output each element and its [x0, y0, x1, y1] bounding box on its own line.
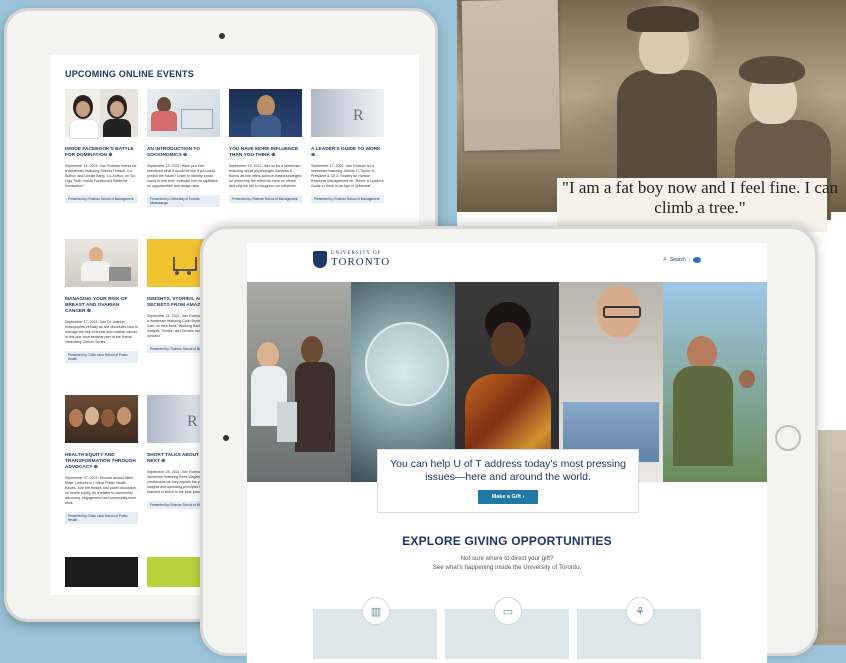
event-description: September 14, 2021: Join Rotman events f…: [65, 164, 137, 188]
event-presenter: Presented by: Dalla Lana School of Publi…: [65, 351, 138, 363]
front-tablet: UNIVERSITY OF TORONTO ⌕ Search | You can…: [200, 226, 818, 663]
book-icon[interactable]: ▭: [494, 597, 522, 625]
home-button[interactable]: [775, 425, 801, 451]
event-thumbnail: [65, 395, 138, 443]
search-icon: ⌕: [663, 256, 667, 263]
event-thumbnail: [65, 239, 138, 287]
explore-subtitle: Not sure where to direct your gift? See …: [247, 554, 767, 572]
explore-subtitle-line-2: See what's happening inside the Universi…: [432, 564, 582, 571]
boy-left-hat: [627, 6, 699, 32]
event-description: September 17, 2021: Join Dr. Joanne Kots…: [65, 320, 138, 344]
event-presenter: Presented by: Rotman School of Managemen…: [311, 195, 384, 203]
camera-dot: [223, 435, 229, 441]
crest-icon: [313, 251, 327, 268]
event-thumbnail: [147, 89, 220, 137]
event-presenter: Presented by: University of Toronto Miss…: [147, 195, 220, 207]
logo-big-text: TORONTO: [331, 256, 391, 268]
cart-icon[interactable]: [693, 257, 702, 263]
uoft-logo[interactable]: UNIVERSITY OF TORONTO: [313, 251, 390, 268]
event-thumbnail: [229, 89, 302, 137]
event-card[interactable]: R A LEADER'S GUIDE TO WORK ⊕ September 1…: [311, 89, 384, 203]
event-card[interactable]: MANAGING YOUR RISK OF BREAST AND OVARIAN…: [65, 239, 138, 363]
event-title[interactable]: MANAGING YOUR RISK OF BREAST AND OVARIAN…: [65, 297, 138, 315]
explore-subtitle-line-1: Not sure where to direct your gift?: [460, 555, 554, 562]
events-section-title: UPCOMING ONLINE EVENTS: [65, 69, 194, 79]
giving-screen: UNIVERSITY OF TORONTO ⌕ Search | You can…: [247, 243, 767, 663]
event-thumbnail: [65, 89, 138, 139]
event-presenter: Presented by: Rotman School of Managemen…: [229, 195, 302, 203]
event-presenter: Presented by: Rotman School of Managemen…: [65, 195, 138, 203]
hero-caption-card: You can help U of T address today's most…: [377, 449, 639, 513]
quote-box: "I am a fat boy now and I feel fine. I c…: [557, 178, 838, 232]
sprout-icon[interactable]: ⚘: [626, 597, 654, 625]
event-card[interactable]: AN INTRODUCTION TO SOCIONOMICS ⊕ Septemb…: [147, 89, 220, 207]
building-icon[interactable]: ▥: [362, 597, 390, 625]
hero-photo-field: [663, 282, 767, 482]
event-title[interactable]: YOU HAVE MORE INFLUENCE THAN YOU THINK ⊕: [229, 147, 302, 159]
hero-text: You can help U of T address today's most…: [390, 458, 626, 483]
search-label: Search: [669, 257, 686, 263]
event-description: September 14, 2021: Have you ever wonder…: [147, 164, 218, 188]
event-thumbnail: [65, 557, 138, 587]
hero-photo-lab: [247, 282, 351, 482]
event-thumbnail: R: [311, 89, 384, 137]
quote-text: "I am a fat boy now and I feel fine. I c…: [562, 178, 838, 217]
event-card[interactable]: INSIDE FACEBOOK'S BATTLE FOR DOMINATION …: [65, 89, 138, 203]
camera-dot: [219, 33, 225, 39]
divider: |: [688, 257, 691, 263]
event-description: September 27, 2021: Second annual Allies…: [65, 476, 137, 505]
handwritten-note: [461, 0, 561, 151]
make-a-gift-button[interactable]: Make a Gift ›: [477, 490, 539, 504]
event-presenter: Presented by: Dalla Lana School of Publi…: [65, 512, 138, 524]
event-card[interactable]: HEALTH EQUITY AND TRANSFORMATION THROUGH…: [65, 395, 138, 524]
event-description: September 17, 2021: Join Rotman for a li…: [311, 164, 384, 188]
event-title[interactable]: INSIDE FACEBOOK'S BATTLE FOR DOMINATION …: [65, 147, 138, 159]
search-link[interactable]: ⌕ Search |: [663, 256, 702, 264]
event-title[interactable]: A LEADER'S GUIDE TO WORK ⊕: [311, 147, 384, 159]
event-title[interactable]: AN INTRODUCTION TO SOCIONOMICS ⊕: [147, 147, 220, 159]
boy-right-hat: [739, 56, 805, 84]
event-card[interactable]: YOU HAVE MORE INFLUENCE THAN YOU THINK ⊕…: [229, 89, 302, 203]
event-description: September 15, 2021: Join us for a livest…: [229, 164, 302, 188]
event-title[interactable]: HEALTH EQUITY AND TRANSFORMATION THROUGH…: [65, 453, 138, 471]
explore-title: EXPLORE GIVING OPPORTUNITIES: [402, 534, 612, 548]
